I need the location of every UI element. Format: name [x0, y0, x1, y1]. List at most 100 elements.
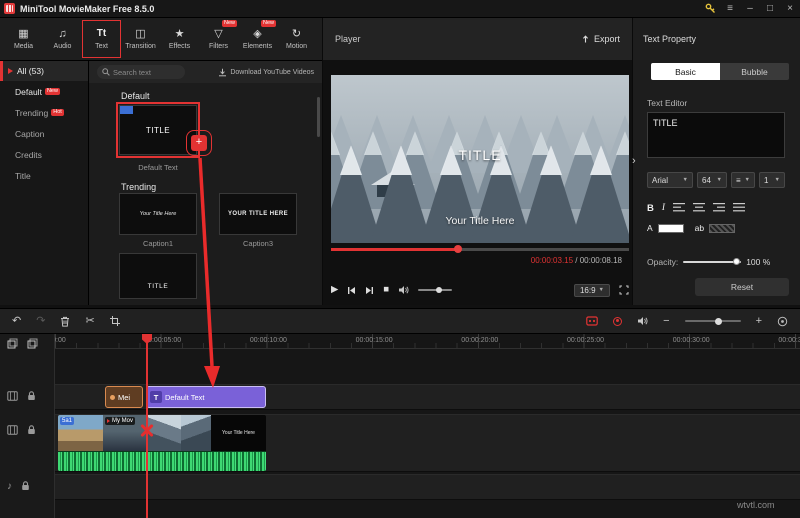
- tab-bubble[interactable]: Bubble: [720, 63, 789, 80]
- category-all[interactable]: All (53): [0, 61, 88, 81]
- ribbon-text[interactable]: Tt Text: [82, 20, 121, 58]
- time-separator: /: [573, 256, 580, 265]
- manage-track-button[interactable]: [27, 336, 38, 354]
- transition-icon: ◫: [135, 28, 145, 41]
- title-clip-thumb[interactable]: Your Title Here: [211, 415, 266, 451]
- record-track-button[interactable]: [586, 316, 598, 326]
- delete-button[interactable]: [60, 316, 70, 327]
- chevron-down-icon: ▼: [775, 177, 780, 183]
- add-track-button[interactable]: [7, 336, 18, 354]
- video-thumb-4[interactable]: [181, 415, 211, 451]
- fit-timeline-button[interactable]: [777, 316, 788, 327]
- line-spacing-dropdown[interactable]: ≡▼: [731, 172, 755, 188]
- panel-collapse-handle[interactable]: ›: [632, 155, 636, 167]
- bold-button[interactable]: B: [647, 203, 654, 214]
- ribbon-filters[interactable]: New ▽ Filters: [199, 20, 238, 58]
- volume-slider[interactable]: [418, 289, 452, 291]
- template-title[interactable]: TITLE: [119, 253, 197, 299]
- search-box[interactable]: [97, 65, 185, 79]
- ribbon-audio[interactable]: ♫ Audio: [43, 20, 82, 58]
- search-input[interactable]: [113, 68, 180, 77]
- maximize-button[interactable]: □: [760, 0, 780, 18]
- ribbon-media[interactable]: ▦ Media: [4, 20, 43, 58]
- zoom-out-button[interactable]: −: [663, 316, 669, 327]
- clip-motion-mei[interactable]: Mei: [105, 386, 143, 408]
- align-center-button[interactable]: [693, 199, 705, 217]
- category-caption[interactable]: Caption: [0, 123, 88, 144]
- download-youtube-link[interactable]: Download YouTube Videos: [218, 68, 314, 77]
- music-track-lock-button[interactable]: [21, 478, 30, 496]
- split-button[interactable]: ✂: [85, 316, 94, 327]
- crop-button[interactable]: [110, 316, 120, 326]
- seek-bar[interactable]: [331, 248, 629, 251]
- next-frame-button[interactable]: [365, 286, 374, 295]
- zoom-in-button[interactable]: +: [756, 316, 762, 327]
- volume-button[interactable]: [398, 285, 409, 295]
- opacity-handle[interactable]: [733, 258, 740, 265]
- category-credits[interactable]: Credits: [0, 144, 88, 165]
- reset-button[interactable]: Reset: [695, 278, 789, 296]
- add-template-button[interactable]: +: [191, 135, 207, 151]
- tab-basic[interactable]: Basic: [651, 63, 720, 80]
- clip-default-text[interactable]: T Default Text: [146, 386, 266, 408]
- previous-frame-button[interactable]: [347, 286, 356, 295]
- video-thumb-1[interactable]: 5a1: [58, 415, 103, 451]
- template-caption3[interactable]: YOUR TITLE HERE: [219, 193, 297, 235]
- ribbon-media-label: Media: [14, 43, 33, 50]
- volume-handle[interactable]: [436, 287, 442, 293]
- record-dot-icon[interactable]: [613, 317, 622, 326]
- ribbon-transition[interactable]: ◫ Transition: [121, 20, 160, 58]
- timeline-audio-button[interactable]: [637, 316, 648, 326]
- align-left-button[interactable]: [673, 199, 685, 217]
- align-right-button[interactable]: [713, 199, 725, 217]
- font-size-dropdown[interactable]: 64▼: [697, 172, 727, 188]
- fullscreen-button[interactable]: [619, 285, 629, 295]
- template-caption3-name: Caption3: [219, 239, 297, 248]
- template-default-text[interactable]: TITLE: [119, 105, 197, 155]
- music-track[interactable]: [55, 474, 800, 500]
- aspect-ratio-dropdown[interactable]: 16:9 ▼: [574, 284, 610, 297]
- text-editor-input[interactable]: TITLE: [647, 112, 785, 158]
- ribbon-elements[interactable]: New ◈ Elements: [238, 20, 277, 58]
- motion-icon: ↻: [292, 28, 301, 41]
- italic-button[interactable]: I: [662, 203, 665, 213]
- titlebar: MiniTool MovieMaker Free 8.5.0 ≡ – □ ×: [0, 0, 800, 18]
- video-clip-badge: 5a1: [60, 417, 74, 425]
- category-default[interactable]: Default New: [0, 81, 88, 102]
- zoom-handle[interactable]: [715, 318, 722, 325]
- total-time: 00:00:08.18: [580, 256, 622, 265]
- ribbon-effects[interactable]: ★ Effects: [160, 20, 199, 58]
- export-button[interactable]: Export: [581, 34, 620, 44]
- font-color-swatch[interactable]: [658, 224, 684, 233]
- template-scrollbar[interactable]: [317, 97, 320, 137]
- highlight-color-swatch[interactable]: [709, 224, 735, 233]
- video-track-lock-button[interactable]: [27, 422, 36, 440]
- category-title[interactable]: Title: [0, 165, 88, 186]
- undo-button[interactable]: ↶: [12, 316, 21, 327]
- opacity-slider[interactable]: [683, 261, 741, 263]
- video-preview[interactable]: TITLE Your Title Here: [331, 75, 629, 243]
- seek-handle[interactable]: [454, 245, 462, 253]
- template-caption1[interactable]: Your Title Here: [119, 193, 197, 235]
- license-key-icon[interactable]: [700, 0, 720, 18]
- category-trending[interactable]: Trending Hot: [0, 102, 88, 123]
- redo-button[interactable]: ↷: [36, 316, 45, 327]
- category-all-label: All (53): [17, 66, 44, 76]
- minimize-button[interactable]: –: [740, 0, 760, 18]
- text-track-lock-button[interactable]: [27, 388, 36, 406]
- template-title-preview: TITLE: [148, 283, 169, 290]
- stop-button[interactable]: ■: [383, 285, 389, 295]
- timeline-zoom-slider[interactable]: [685, 320, 741, 322]
- close-button[interactable]: ×: [780, 0, 800, 18]
- video-track-type-button[interactable]: [7, 422, 18, 440]
- clip-video-group[interactable]: 5a1 My Mov Your Title Here: [58, 415, 266, 471]
- justify-button[interactable]: [733, 199, 745, 217]
- media-icon: ▦: [18, 28, 28, 41]
- play-button[interactable]: ▶: [331, 285, 338, 295]
- spacing-value-dropdown[interactable]: 1▼: [759, 172, 785, 188]
- menu-icon[interactable]: ≡: [720, 0, 740, 18]
- text-track-type-button[interactable]: [7, 388, 18, 406]
- ribbon-motion[interactable]: ↻ Motion: [277, 20, 316, 58]
- font-family-dropdown[interactable]: Arial▼: [647, 172, 693, 188]
- timeline-ruler[interactable]: 00:00 00:00:05:00 00:00:10:00 00:00:15:0…: [55, 334, 800, 349]
